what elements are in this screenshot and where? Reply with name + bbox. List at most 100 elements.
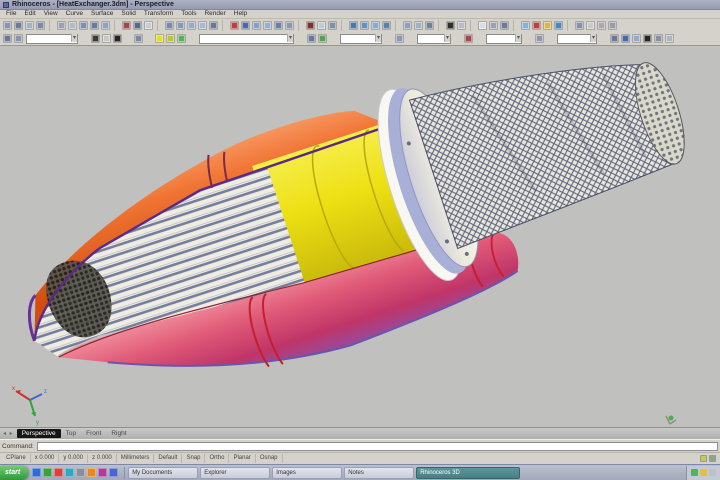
status-icon[interactable] <box>709 455 716 462</box>
quick-launch-icon[interactable] <box>65 468 74 477</box>
status-field[interactable]: CPlane <box>2 454 31 463</box>
toolbar-button-icon[interactable] <box>241 21 250 30</box>
quick-launch-icon[interactable] <box>54 468 63 477</box>
toolbar-dropdown[interactable] <box>199 34 294 44</box>
status-icon[interactable] <box>700 455 707 462</box>
toolbar-button-icon[interactable] <box>543 21 552 30</box>
toolbar-button-icon[interactable] <box>532 21 541 30</box>
toolbar-button-icon[interactable] <box>371 21 380 30</box>
toolbar-button-icon[interactable] <box>632 34 641 43</box>
toolbar-button-icon[interactable] <box>608 21 617 30</box>
toolbar-dropdown[interactable] <box>557 34 597 44</box>
menu-edit[interactable]: Edit <box>20 10 39 18</box>
task-button[interactable]: Images <box>272 467 342 479</box>
toolbar-button-icon[interactable] <box>654 34 663 43</box>
viewport-tab-front[interactable]: Front <box>81 429 106 438</box>
task-button[interactable]: Explorer <box>200 467 270 479</box>
toolbar-button-icon[interactable] <box>425 21 434 30</box>
tray-icon[interactable] <box>700 469 707 476</box>
toolbar-button-icon[interactable] <box>144 21 153 30</box>
toolbar-dropdown[interactable] <box>486 34 522 44</box>
toolbar-button-icon[interactable] <box>349 21 358 30</box>
menu-file[interactable]: File <box>2 10 20 18</box>
toolbar-button-icon[interactable] <box>575 21 584 30</box>
viewport-3d[interactable]: x y z <box>0 46 720 427</box>
toolbar-button-icon[interactable] <box>155 34 164 43</box>
menu-view[interactable]: View <box>40 10 62 18</box>
menu-transform[interactable]: Transform <box>140 10 177 18</box>
status-field[interactable]: z 0.000 <box>88 454 117 463</box>
menu-render[interactable]: Render <box>200 10 229 18</box>
toolbar-button-icon[interactable] <box>25 21 34 30</box>
toolbar-button-icon[interactable] <box>176 21 185 30</box>
task-button[interactable]: Notes <box>344 467 414 479</box>
toolbar-button-icon[interactable] <box>252 21 261 30</box>
status-field[interactable]: Osnap <box>256 454 283 463</box>
toolbar-button-icon[interactable] <box>489 21 498 30</box>
toolbar-button-icon[interactable] <box>360 21 369 30</box>
menu-tools[interactable]: Tools <box>177 10 200 18</box>
toolbar-button-icon[interactable] <box>500 21 509 30</box>
toolbar-button-icon[interactable] <box>90 21 99 30</box>
toolbar-button-icon[interactable] <box>307 34 316 43</box>
menu-curve[interactable]: Curve <box>62 10 87 18</box>
toolbar-button-icon[interactable] <box>79 21 88 30</box>
quick-launch-icon[interactable] <box>43 468 52 477</box>
task-button[interactable]: Rhinoceros 3D <box>416 467 520 479</box>
toolbar-button-icon[interactable] <box>263 21 272 30</box>
toolbar-button-icon[interactable] <box>14 34 23 43</box>
toolbar-button-icon[interactable] <box>133 21 142 30</box>
quick-launch-icon[interactable] <box>109 468 118 477</box>
toolbar-button-icon[interactable] <box>464 34 473 43</box>
task-button[interactable]: My Documents <box>128 467 198 479</box>
toolbar-button-icon[interactable] <box>621 34 630 43</box>
viewport-tab-perspective[interactable]: Perspective <box>17 429 61 438</box>
toolbar-button-icon[interactable] <box>403 21 412 30</box>
toolbar-button-icon[interactable] <box>102 34 111 43</box>
toolbar-button-icon[interactable] <box>317 21 326 30</box>
quick-launch-icon[interactable] <box>87 468 96 477</box>
toolbar-button-icon[interactable] <box>554 21 563 30</box>
viewport-tab-right[interactable]: Right <box>106 429 131 438</box>
toolbar-button-icon[interactable] <box>643 34 652 43</box>
toolbar-button-icon[interactable] <box>122 21 131 30</box>
toolbar-button-icon[interactable] <box>665 34 674 43</box>
toolbar-button-icon[interactable] <box>68 21 77 30</box>
quick-launch-icon[interactable] <box>98 468 107 477</box>
toolbar-button-icon[interactable] <box>91 34 100 43</box>
toolbar-button-icon[interactable] <box>478 21 487 30</box>
toolbar-button-icon[interactable] <box>57 21 66 30</box>
tab-scroll-arrows[interactable]: ◂ ▸ <box>2 430 17 437</box>
status-field[interactable]: Ortho <box>205 454 229 463</box>
toolbar-button-icon[interactable] <box>134 34 143 43</box>
status-field[interactable]: Planar <box>229 454 255 463</box>
toolbar-button-icon[interactable] <box>101 21 110 30</box>
start-button[interactable]: start <box>0 466 28 480</box>
toolbar-button-icon[interactable] <box>610 34 619 43</box>
toolbar-button-icon[interactable] <box>3 34 12 43</box>
quick-launch-icon[interactable] <box>32 468 41 477</box>
toolbar-button-icon[interactable] <box>306 21 315 30</box>
tray-icon[interactable] <box>691 469 698 476</box>
menu-surface[interactable]: Surface <box>87 10 117 18</box>
toolbar-button-icon[interactable] <box>395 34 404 43</box>
toolbar-button-icon[interactable] <box>446 21 455 30</box>
toolbar-button-icon[interactable] <box>414 21 423 30</box>
toolbar-button-icon[interactable] <box>274 21 283 30</box>
toolbar-button-icon[interactable] <box>318 34 327 43</box>
toolbar-button-icon[interactable] <box>597 21 606 30</box>
toolbar-dropdown[interactable] <box>340 34 382 44</box>
toolbar-button-icon[interactable] <box>535 34 544 43</box>
toolbar-button-icon[interactable] <box>285 21 294 30</box>
toolbar-button-icon[interactable] <box>209 21 218 30</box>
toolbar-dropdown[interactable] <box>26 34 78 44</box>
menu-help[interactable]: Help <box>230 10 251 18</box>
toolbar-button-icon[interactable] <box>166 34 175 43</box>
toolbar-button-icon[interactable] <box>382 21 391 30</box>
toolbar-button-icon[interactable] <box>198 21 207 30</box>
toolbar-button-icon[interactable] <box>165 21 174 30</box>
tray-icon[interactable] <box>709 469 716 476</box>
toolbar-button-icon[interactable] <box>36 21 45 30</box>
status-field[interactable]: Millimeters <box>117 454 155 463</box>
toolbar-button-icon[interactable] <box>457 21 466 30</box>
